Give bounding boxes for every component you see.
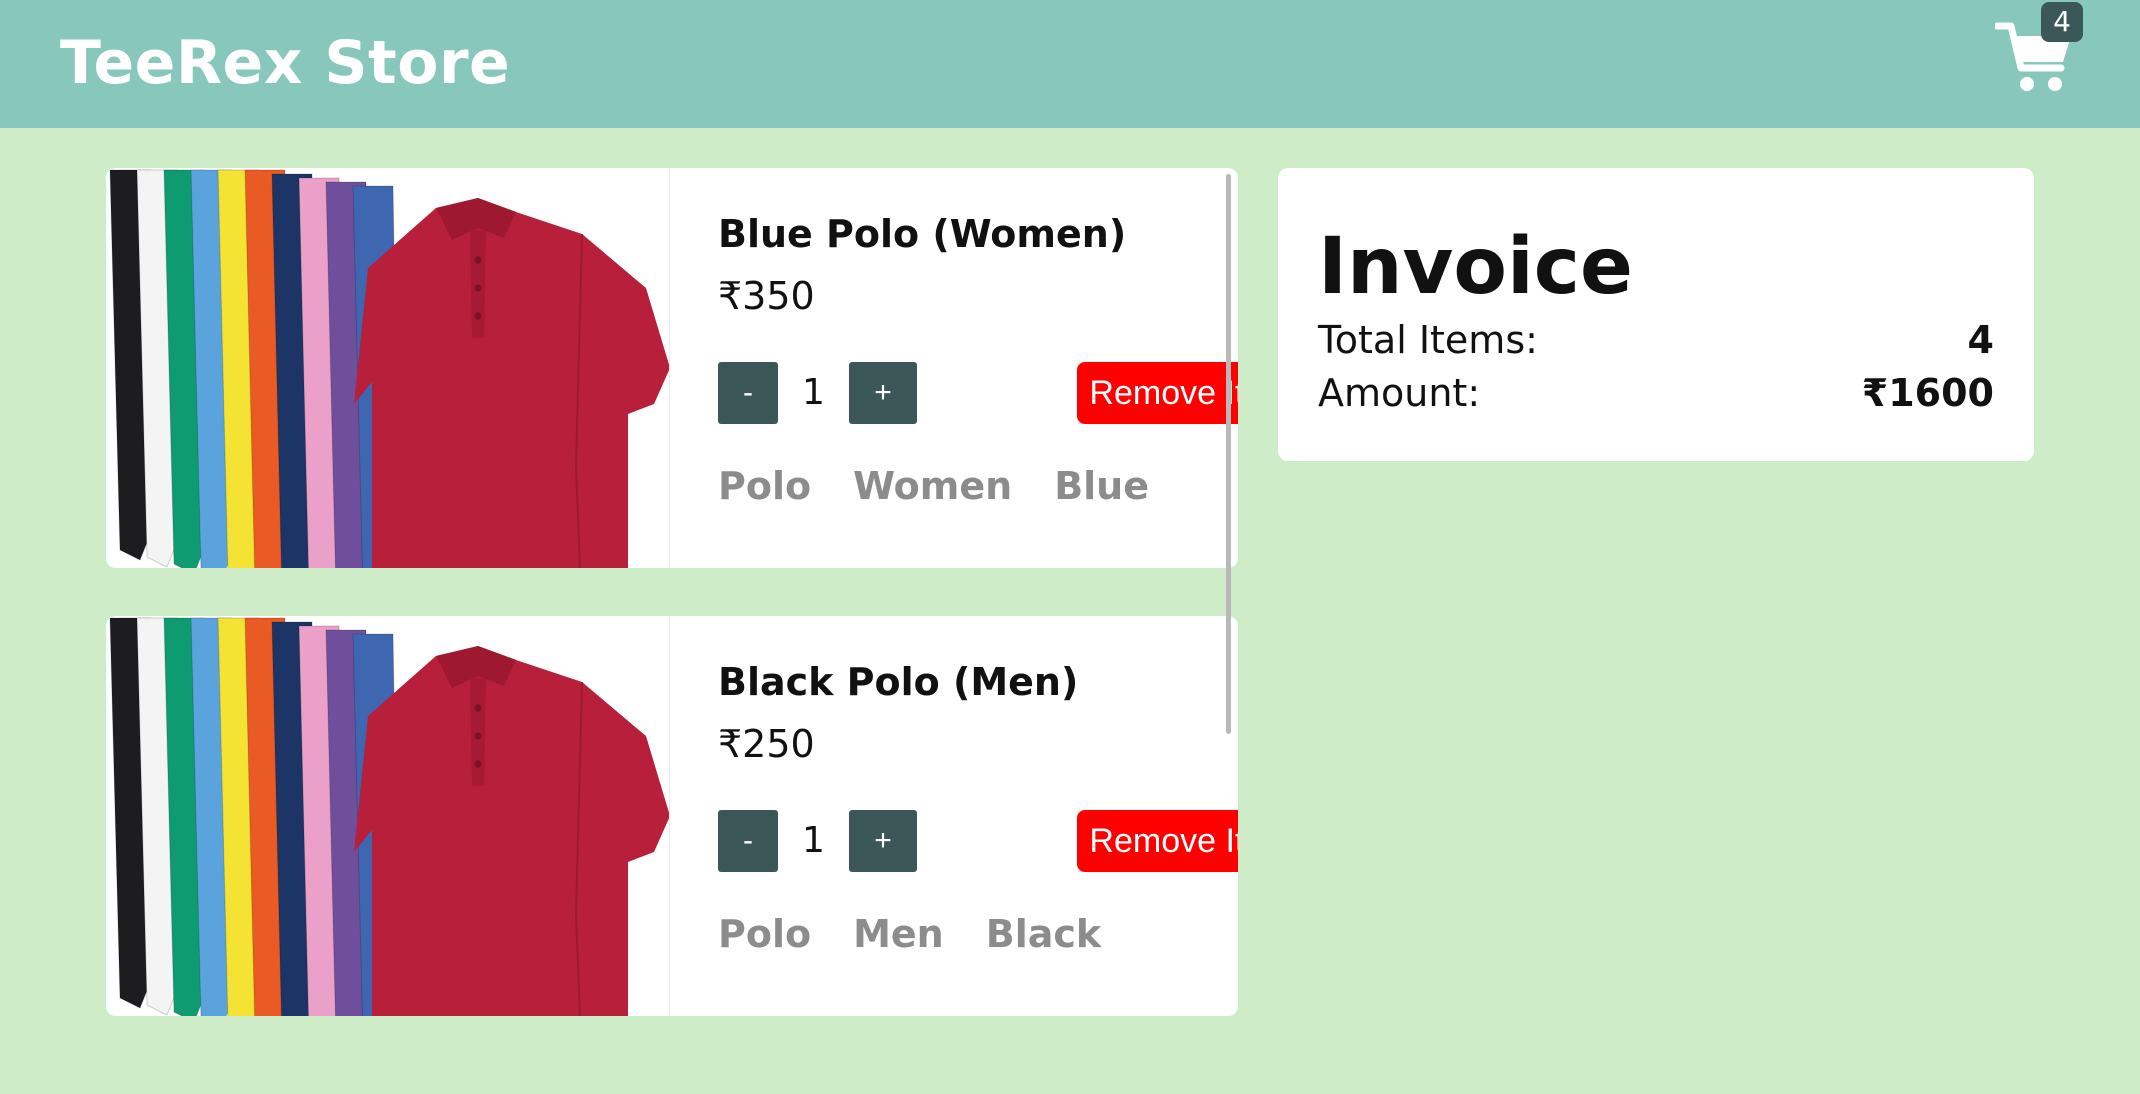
tag-type: Polo xyxy=(718,912,812,956)
tag-color: Black xyxy=(985,912,1102,956)
increment-quantity-button[interactable]: + xyxy=(849,362,917,424)
product-price: ₹350 xyxy=(718,274,815,318)
cart-item-details: Black Polo (Men) ₹250 - 1 + Remove Item … xyxy=(712,616,1238,1016)
cart-items-list[interactable]: Blue Polo (Women) ₹350 - 1 + Remove Item… xyxy=(106,168,1238,1018)
app-header: TeeRex Store xyxy=(0,0,2140,128)
tag-type: Polo xyxy=(718,464,812,508)
remove-item-button[interactable]: Remove Item xyxy=(1077,362,1238,424)
tag-color: Blue xyxy=(1054,464,1150,508)
total-items-row: Total Items: 4 xyxy=(1318,318,1994,364)
invoice-title: Invoice xyxy=(1318,222,1633,312)
cart-item-card: Blue Polo (Women) ₹350 - 1 + Remove Item… xyxy=(106,168,1238,568)
amount-value: ₹1600 xyxy=(1861,371,1994,415)
quantity-value: 1 xyxy=(802,372,825,413)
increment-quantity-button[interactable]: + xyxy=(849,810,917,872)
product-tags: Polo Men Black xyxy=(718,912,1101,956)
tag-gender: Men xyxy=(853,912,944,956)
cart-item-card: Black Polo (Men) ₹250 - 1 + Remove Item … xyxy=(106,616,1238,1016)
remove-item-button[interactable]: Remove Item xyxy=(1077,810,1238,872)
quantity-value: 1 xyxy=(802,820,825,861)
product-tags: Polo Women Blue xyxy=(718,464,1149,508)
product-price: ₹250 xyxy=(718,722,815,766)
scrollbar-thumb[interactable] xyxy=(1226,174,1231,734)
decrement-quantity-button[interactable]: - xyxy=(718,810,778,872)
invoice-panel: Invoice Total Items: 4 Amount: ₹1600 xyxy=(1278,168,2034,461)
total-items-label: Total Items: xyxy=(1318,318,1538,362)
product-image xyxy=(106,168,670,568)
cart-item-details: Blue Polo (Women) ₹350 - 1 + Remove Item… xyxy=(712,168,1238,568)
polo-shirts-image xyxy=(109,617,669,1016)
tag-gender: Women xyxy=(853,464,1013,508)
polo-shirts-image xyxy=(109,169,669,568)
product-name: Black Polo (Men) xyxy=(718,660,1079,704)
amount-row: Amount: ₹1600 xyxy=(1318,371,1994,417)
product-name: Blue Polo (Women) xyxy=(718,212,1127,256)
store-title[interactable]: TeeRex Store xyxy=(60,28,510,98)
total-items-value: 4 xyxy=(1967,318,1994,362)
cart-count-badge: 4 xyxy=(2041,2,2083,42)
amount-label: Amount: xyxy=(1318,371,1481,415)
decrement-quantity-button[interactable]: - xyxy=(718,362,778,424)
product-image xyxy=(106,616,670,1016)
